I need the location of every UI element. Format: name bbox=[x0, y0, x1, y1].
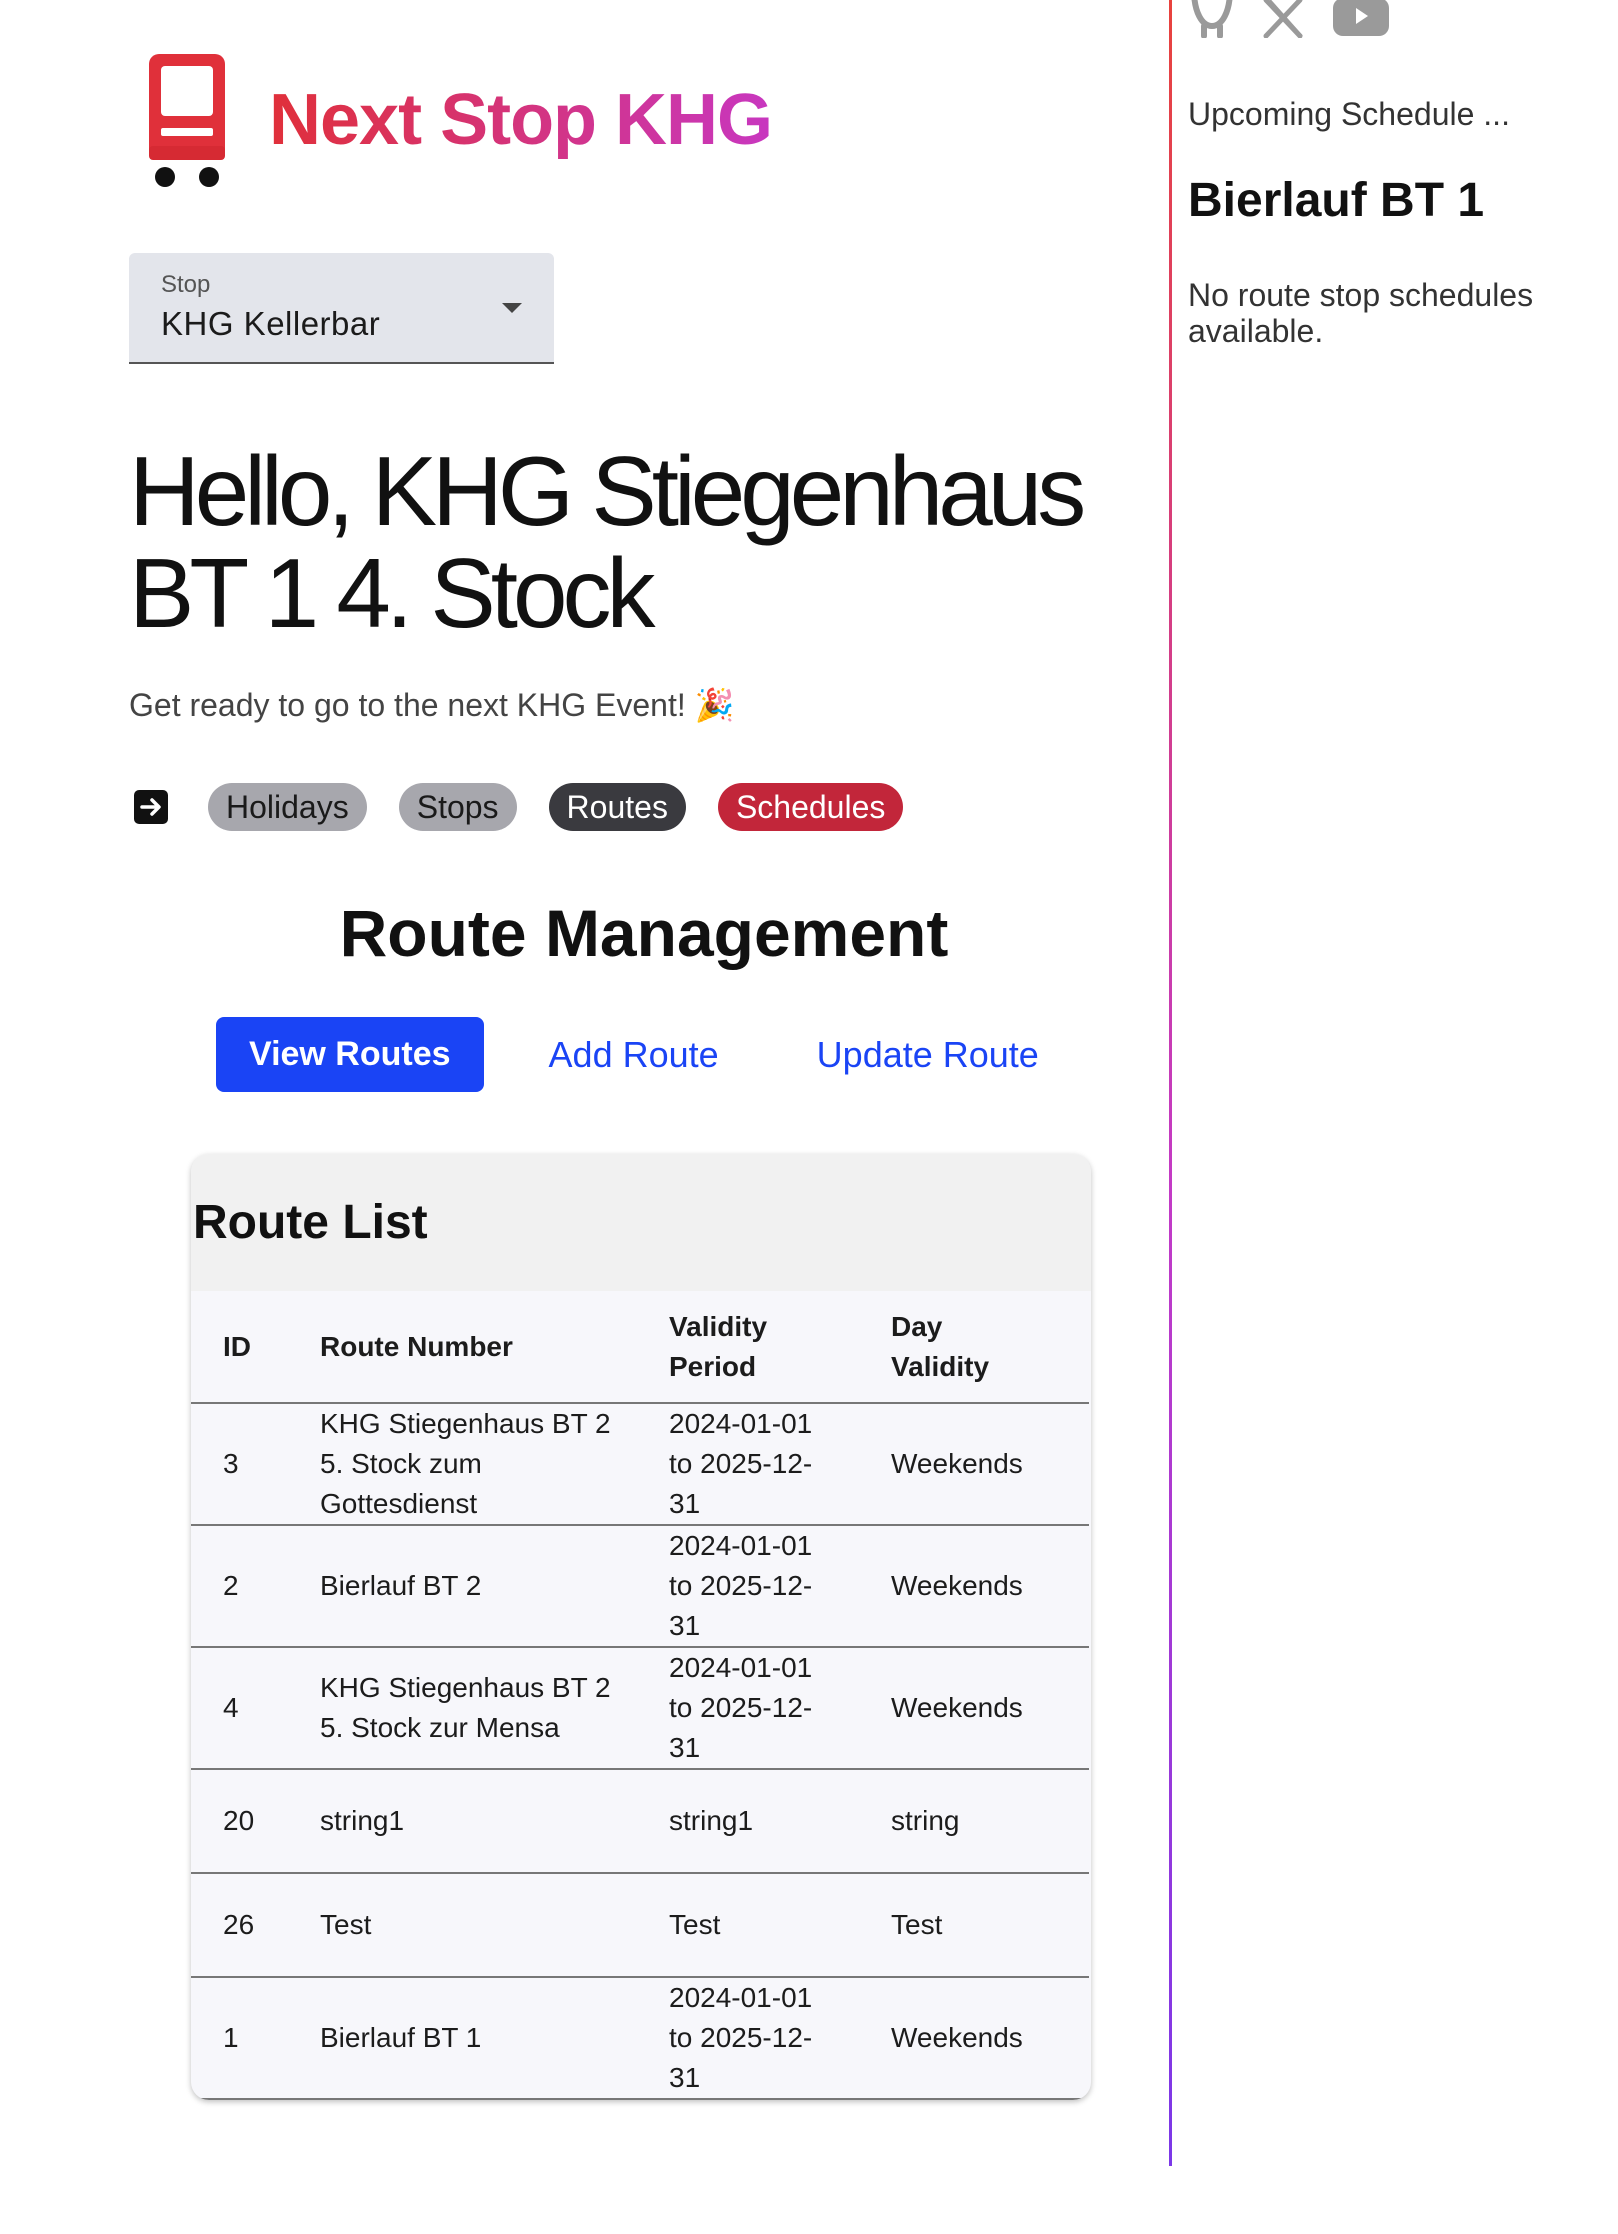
cell-route-number: Bierlauf BT 2 bbox=[288, 1525, 669, 1648]
nav-chips: Holidays Stops Routes Schedules bbox=[134, 782, 935, 832]
cell-route-number: Bierlauf BT 1 bbox=[288, 1977, 669, 2100]
cell-day-validity: Weekends bbox=[891, 1647, 1089, 1770]
nav-chip-holidays[interactable]: Holidays bbox=[208, 783, 367, 831]
column-header-text: Validity bbox=[891, 1350, 990, 1382]
cell-validity-period: 2024-01-01 to 2025-12- 31 bbox=[669, 1977, 891, 2100]
cell-day-validity: Weekends bbox=[891, 1525, 1089, 1648]
cell-id: 4 bbox=[191, 1647, 288, 1770]
cell-id: 3 bbox=[191, 1403, 288, 1526]
cell-text: Bierlauf BT 2 bbox=[320, 1570, 482, 1601]
upcoming-schedule-label: Upcoming Schedule ... bbox=[1188, 96, 1510, 132]
cell-text: 31 bbox=[669, 2062, 701, 2093]
cell-text: 31 bbox=[669, 1732, 701, 1763]
table-row[interactable]: 3 KHG Stiegenhaus BT 2 5. Stock zum Gott… bbox=[191, 1403, 1089, 1526]
route-list-title: Route List bbox=[193, 1196, 428, 1249]
greeting-heading: Hello, KHG Stiegenhaus BT 1 4. Stock bbox=[129, 436, 1086, 648]
cell-text: 2024-01-01 bbox=[669, 1982, 813, 2013]
cell-text: string1 bbox=[320, 1805, 405, 1836]
add-route-button[interactable]: Add Route bbox=[549, 1034, 719, 1076]
update-route-button[interactable]: Update Route bbox=[817, 1034, 1039, 1076]
table-row[interactable]: 1 Bierlauf BT 1 2024-01-01 to 2025-12- 3… bbox=[191, 1977, 1089, 2100]
youtube-icon[interactable] bbox=[1332, 0, 1414, 38]
x-icon[interactable] bbox=[1260, 0, 1332, 38]
column-header-route-number[interactable]: Route Number bbox=[288, 1291, 669, 1404]
cell-text: KHG Stiegenhaus BT 2 bbox=[320, 1408, 611, 1439]
bus-icon bbox=[145, 50, 229, 190]
cell-text: to 2025-12- bbox=[669, 2022, 813, 2053]
cell-route-number: Test bbox=[288, 1873, 669, 1978]
cell-text: 2024-01-01 bbox=[669, 1530, 813, 1561]
cell-validity-period: 2024-01-01 to 2025-12- 31 bbox=[669, 1647, 891, 1770]
cell-id: 2 bbox=[191, 1525, 288, 1648]
nav-chip-stops[interactable]: Stops bbox=[398, 783, 517, 831]
route-table: ID Route Number Validity Period Day Vali… bbox=[191, 1291, 1089, 2100]
cell-text: Test bbox=[320, 1909, 372, 1940]
cell-validity-period: 2024-01-01 to 2025-12- 31 bbox=[669, 1403, 891, 1526]
stop-select-label: Stop bbox=[161, 271, 211, 298]
chevron-down-icon bbox=[502, 303, 522, 313]
upcoming-schedule-sidebar: Upcoming Schedule ... Bierlauf BT 1 No r… bbox=[1172, 0, 1618, 2234]
cell-day-validity: Test bbox=[891, 1873, 1089, 1978]
cell-day-validity: Weekends bbox=[891, 1403, 1089, 1526]
cell-day-validity: string bbox=[891, 1769, 1089, 1874]
github-icon[interactable] bbox=[1188, 0, 1260, 38]
view-routes-button[interactable]: View Routes bbox=[216, 1017, 484, 1092]
column-header-day-validity[interactable]: Day Validity bbox=[891, 1291, 1089, 1404]
logout-icon[interactable] bbox=[134, 790, 168, 824]
nav-chip-routes[interactable]: Routes bbox=[548, 783, 686, 831]
cell-text: to 2025-12- bbox=[669, 1570, 813, 1601]
cell-route-number: KHG Stiegenhaus BT 2 5. Stock zur Mensa bbox=[288, 1647, 669, 1770]
main-content: Next Stop KHG Stop KHG Kellerbar Hello, … bbox=[0, 0, 1170, 2234]
column-header-text: Day bbox=[891, 1310, 943, 1342]
cell-route-number: KHG Stiegenhaus BT 2 5. Stock zum Gottes… bbox=[288, 1403, 669, 1526]
cell-text: Bierlauf BT 1 bbox=[320, 2022, 482, 2053]
cell-text: to 2025-12- bbox=[669, 1448, 813, 1479]
cell-text: to 2025-12- bbox=[669, 1692, 813, 1723]
cell-text: 2024-01-01 bbox=[669, 1652, 813, 1683]
cell-route-number: string1 bbox=[288, 1769, 669, 1874]
nav-chip-schedules[interactable]: Schedules bbox=[717, 783, 904, 831]
route-list-header: Route List bbox=[191, 1154, 1091, 1291]
table-row[interactable]: 4 KHG Stiegenhaus BT 2 5. Stock zur Mens… bbox=[191, 1647, 1089, 1770]
empty-schedule-message: No route stop schedules available. bbox=[1188, 277, 1534, 349]
tagline: Get ready to go to the next KHG Event! 🎉 bbox=[129, 687, 735, 723]
cell-validity-period: Test bbox=[669, 1873, 891, 1978]
section-title: Route Management bbox=[339, 896, 949, 970]
cell-text: string1 bbox=[669, 1805, 754, 1836]
app-title[interactable]: Next Stop KHG bbox=[269, 79, 773, 161]
cell-text: 2024-01-01 bbox=[669, 1408, 813, 1439]
table-row[interactable]: 26 Test Test Test bbox=[191, 1873, 1089, 1978]
table-row[interactable]: 20 string1 string1 string bbox=[191, 1769, 1089, 1874]
cell-id: 26 bbox=[191, 1873, 288, 1978]
cell-validity-period: 2024-01-01 to 2025-12- 31 bbox=[669, 1525, 891, 1648]
table-row[interactable]: 2 Bierlauf BT 2 2024-01-01 to 2025-12- 3… bbox=[191, 1525, 1089, 1648]
table-header-row: ID Route Number Validity Period Day Vali… bbox=[191, 1291, 1089, 1404]
cell-text: 5. Stock zum bbox=[320, 1448, 482, 1479]
app-header: Next Stop KHG bbox=[145, 50, 773, 190]
cell-text: 31 bbox=[669, 1610, 701, 1641]
cell-day-validity: Weekends bbox=[891, 1977, 1089, 2100]
cell-text: KHG Stiegenhaus BT 2 bbox=[320, 1672, 611, 1703]
cell-text: Gottesdienst bbox=[320, 1488, 478, 1519]
cell-text: Test bbox=[669, 1909, 721, 1940]
column-header-id[interactable]: ID bbox=[191, 1291, 288, 1404]
column-header-text: Validity bbox=[669, 1310, 768, 1342]
cell-id: 1 bbox=[191, 1977, 288, 2100]
stop-select[interactable]: Stop KHG Kellerbar bbox=[129, 253, 554, 364]
schedule-title: Bierlauf BT 1 bbox=[1188, 174, 1485, 227]
cell-text: 31 bbox=[669, 1488, 701, 1519]
social-links bbox=[1188, 0, 1414, 38]
column-header-validity-period[interactable]: Validity Period bbox=[669, 1291, 891, 1404]
cell-text: 5. Stock zur Mensa bbox=[320, 1712, 560, 1743]
column-header-text: Period bbox=[669, 1350, 757, 1382]
stop-select-value: KHG Kellerbar bbox=[161, 305, 381, 342]
cell-id: 20 bbox=[191, 1769, 288, 1874]
route-tabs: View Routes Add Route Update Route bbox=[216, 1017, 1039, 1092]
route-list-card: Route List ID Route Number Validity Peri… bbox=[191, 1154, 1091, 2100]
cell-validity-period: string1 bbox=[669, 1769, 891, 1874]
